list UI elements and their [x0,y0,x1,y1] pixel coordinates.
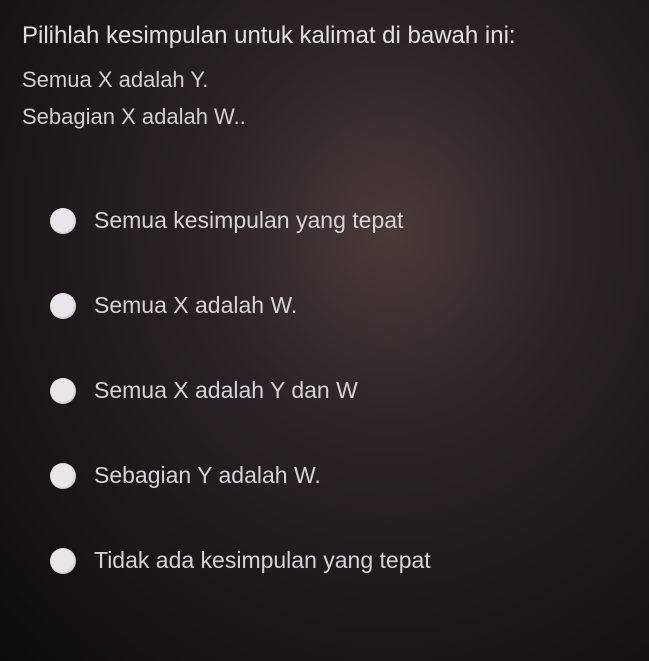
option-label: Semua X adalah Y dan W [94,376,358,406]
question-premise-2: Sebagian X adalah W.. [22,99,627,134]
radio-icon [50,548,76,574]
radio-icon [50,378,76,404]
option-row-2[interactable]: Semua X adalah Y dan W [50,376,627,406]
option-label: Semua X adalah W. [94,291,297,321]
radio-icon [50,463,76,489]
option-label: Semua kesimpulan yang tepat [94,206,403,236]
options-group: Semua kesimpulan yang tepat Semua X adal… [22,206,627,575]
option-row-4[interactable]: Tidak ada kesimpulan yang tepat [50,546,627,576]
option-label: Sebagian Y adalah W. [94,461,321,491]
option-label: Tidak ada kesimpulan yang tepat [94,546,431,576]
question-prompt: Pilihlah kesimpulan untuk kalimat di baw… [22,18,627,54]
radio-icon [50,293,76,319]
option-row-0[interactable]: Semua kesimpulan yang tepat [50,206,627,236]
option-row-3[interactable]: Sebagian Y adalah W. [50,461,627,491]
radio-icon [50,208,76,234]
option-row-1[interactable]: Semua X adalah W. [50,291,627,321]
question-premise-1: Semua X adalah Y. [22,62,627,97]
